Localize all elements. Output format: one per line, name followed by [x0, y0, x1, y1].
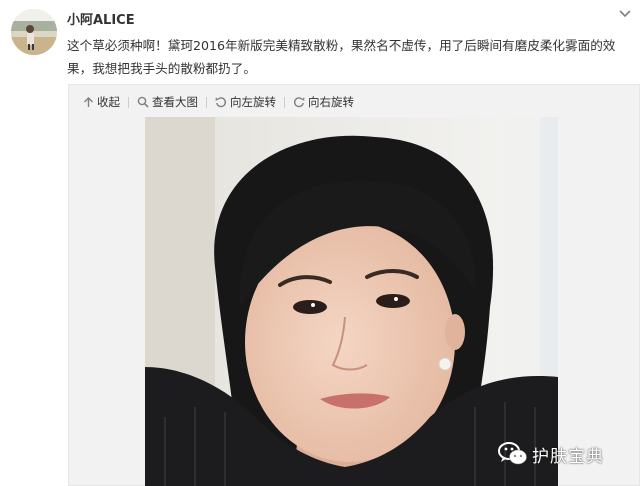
collapse-arrow-icon [84, 97, 93, 107]
rotate-left-button[interactable]: 向左旋转 [215, 94, 276, 110]
watermark-text: 护肤宝典 [532, 446, 604, 467]
wechat-icon [498, 442, 527, 465]
rotate-right-button[interactable]: 向右旋转 [293, 94, 354, 110]
collapse-button[interactable]: 收起 [83, 94, 120, 110]
post-photo[interactable] [145, 117, 558, 486]
media-toolbar: 收起 查看大图 向左旋转 向右旋转 [83, 93, 354, 111]
chevron-down-icon[interactable] [618, 5, 632, 18]
rotate-right-label: 向右旋转 [308, 95, 354, 109]
magnifier-icon [137, 96, 149, 108]
media-box: 收起 查看大图 向左旋转 向右旋转 [68, 84, 640, 486]
portrait-image [145, 117, 558, 486]
rotate-left-label: 向左旋转 [230, 95, 276, 109]
weibo-post: 小阿ALICE 这个草必须种啊！黛珂2016年新版完美精致散粉，果然名不虚传，用… [0, 0, 640, 486]
rotate-left-icon [215, 97, 227, 108]
view-large-button[interactable]: 查看大图 [137, 94, 198, 110]
avatar-image [11, 9, 57, 55]
avatar[interactable] [11, 9, 57, 55]
rotate-right-icon [293, 97, 305, 108]
view-large-label: 查看大图 [152, 95, 198, 109]
watermark: 护肤宝典 [498, 441, 604, 467]
toolbar-divider [128, 96, 129, 108]
post-text: 这个草必须种啊！黛珂2016年新版完美精致散粉，果然名不虚传，用了后瞬间有磨皮柔… [67, 38, 616, 76]
collapse-label: 收起 [97, 95, 120, 109]
toolbar-divider [284, 96, 285, 108]
toolbar-divider [206, 96, 207, 108]
username[interactable]: 小阿ALICE [67, 9, 135, 28]
